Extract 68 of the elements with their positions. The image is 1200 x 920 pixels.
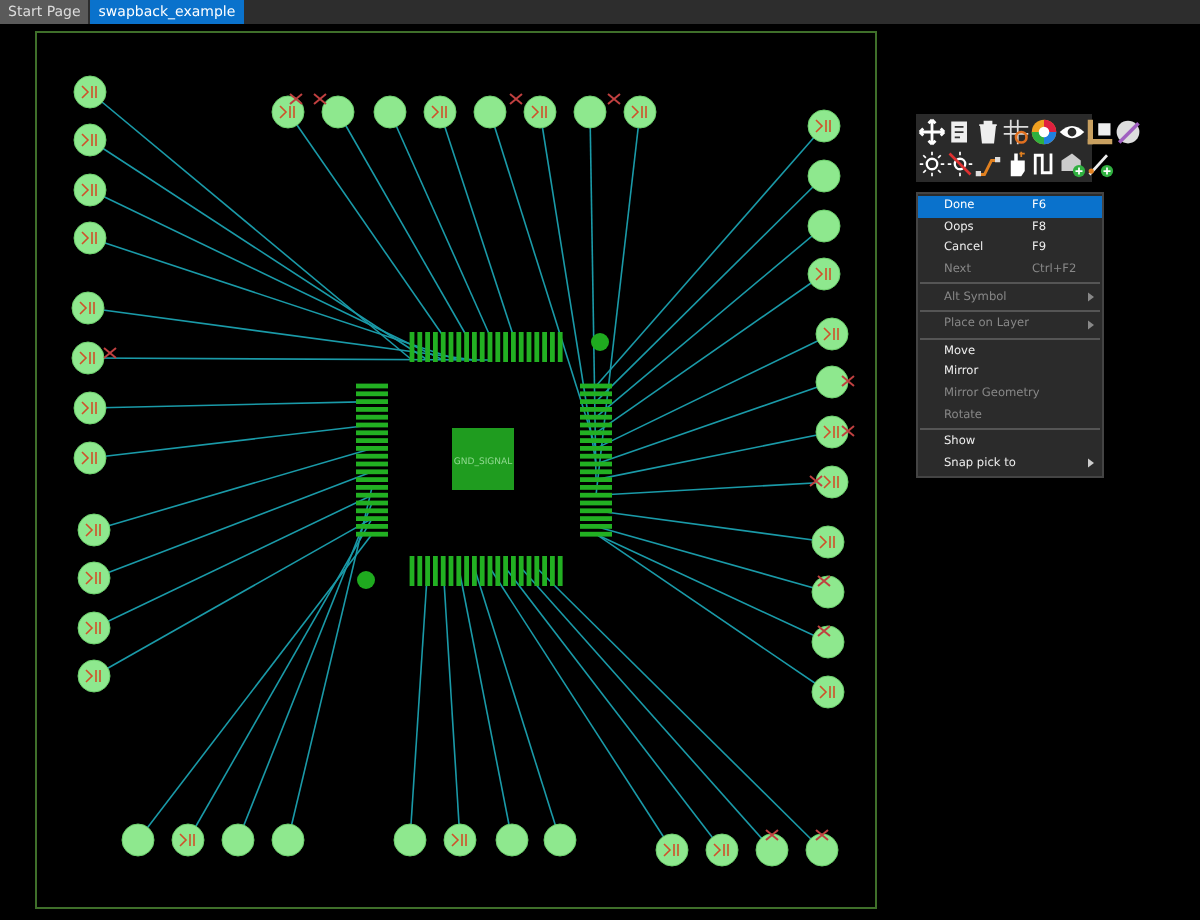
cross-marker-icon xyxy=(765,829,779,841)
pad xyxy=(221,823,255,857)
move-icon[interactable] xyxy=(918,118,946,146)
pad xyxy=(73,441,107,475)
cross-marker-icon xyxy=(103,347,117,359)
sun-off-icon[interactable] xyxy=(946,150,974,178)
pad xyxy=(393,823,427,857)
via-dot xyxy=(591,333,609,351)
pad xyxy=(71,291,105,325)
pad xyxy=(811,525,845,559)
swap-icon[interactable] xyxy=(1030,150,1058,178)
pad xyxy=(73,391,107,425)
cross-marker-icon xyxy=(817,575,831,587)
pad xyxy=(815,365,849,399)
pad xyxy=(73,75,107,109)
add-shape-icon[interactable] xyxy=(1058,150,1086,178)
color-wheel-icon[interactable] xyxy=(1030,118,1058,146)
cross-marker-icon xyxy=(809,475,823,487)
trash-icon[interactable] xyxy=(974,118,1002,146)
pad xyxy=(171,823,205,857)
pad xyxy=(271,823,305,857)
pad xyxy=(71,341,105,375)
pad xyxy=(73,173,107,207)
pad xyxy=(623,95,657,129)
via-dot xyxy=(357,571,375,589)
cross-marker-icon xyxy=(607,93,621,105)
cross-marker-icon xyxy=(313,93,327,105)
sun-icon[interactable] xyxy=(918,150,946,178)
pad xyxy=(807,257,841,291)
cross-marker-icon xyxy=(289,93,303,105)
pad xyxy=(321,95,355,129)
pad xyxy=(121,823,155,857)
cross-marker-icon xyxy=(841,425,855,437)
pad xyxy=(543,823,577,857)
pad xyxy=(423,95,457,129)
pad xyxy=(77,659,111,693)
pad xyxy=(811,675,845,709)
pad xyxy=(443,823,477,857)
cross-marker-icon xyxy=(815,829,829,841)
grid-icon[interactable] xyxy=(1002,118,1030,146)
add-line-icon[interactable] xyxy=(1086,150,1114,178)
pad xyxy=(815,415,849,449)
pad xyxy=(807,209,841,243)
pad xyxy=(77,561,111,595)
pad xyxy=(573,95,607,129)
pad xyxy=(815,317,849,351)
pad xyxy=(755,833,789,867)
ruler-cube-icon[interactable] xyxy=(1086,118,1114,146)
pad xyxy=(655,833,689,867)
pad xyxy=(705,833,739,867)
pad xyxy=(373,95,407,129)
pad xyxy=(73,221,107,255)
pad xyxy=(77,611,111,645)
pad xyxy=(815,465,849,499)
pad xyxy=(807,109,841,143)
pad xyxy=(805,833,839,867)
pad xyxy=(73,123,107,157)
pad xyxy=(473,95,507,129)
cross-marker-icon xyxy=(509,93,523,105)
pad xyxy=(811,575,845,609)
pad xyxy=(523,95,557,129)
pad xyxy=(271,95,305,129)
pad xyxy=(77,513,111,547)
cross-marker-icon xyxy=(841,375,855,387)
cross-marker-icon xyxy=(817,625,831,637)
pad xyxy=(807,159,841,193)
pad xyxy=(811,625,845,659)
pad xyxy=(495,823,529,857)
